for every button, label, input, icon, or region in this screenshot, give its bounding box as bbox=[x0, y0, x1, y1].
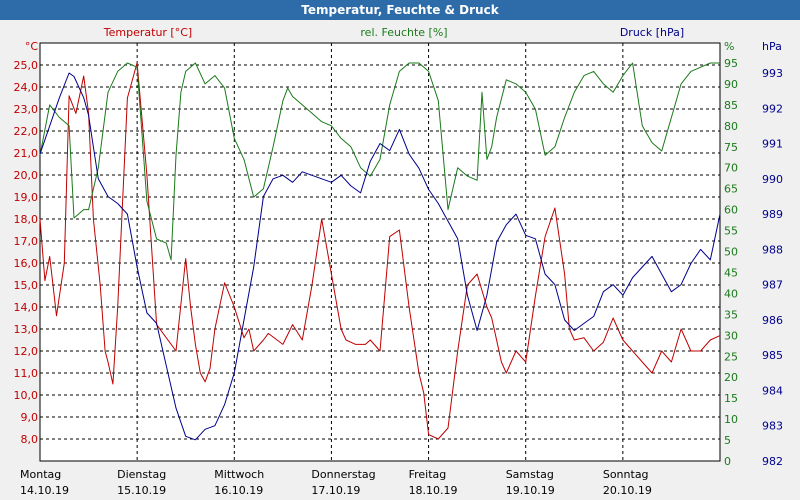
humidity-tick-label: 5 bbox=[724, 434, 731, 447]
pressure-tick-label: 982 bbox=[762, 455, 783, 468]
day-label: Dienstag bbox=[117, 468, 166, 481]
humidity-tick-label: 55 bbox=[724, 225, 738, 238]
date-label: 16.10.19 bbox=[214, 484, 263, 497]
humidity-ticks: 0 5 10 15 20 25 30 35 40 45 50 55 60 65 70 75 80 85 90 95 bbox=[724, 57, 738, 468]
pressure-ticks: 982 983 984 985 986 987 988 989 990 991 992 993 bbox=[762, 67, 783, 468]
temperature-ticks: 8,0 9,0 10,0 11,0 12,0 13,0 14,0 15,0 16,0 17,0 18… bbox=[14, 59, 39, 446]
temperature-tick-label: 21,0 bbox=[14, 147, 39, 160]
day-label: Donnerstag bbox=[311, 468, 375, 481]
temperature-tick-label: 17,0 bbox=[14, 235, 39, 248]
chart-area: Temperatur [°C] rel. Feuchte [%] Druck [… bbox=[14, 26, 784, 497]
day-label: Mittwoch bbox=[214, 468, 264, 481]
day-label: Montag bbox=[20, 468, 61, 481]
date-label: 17.10.19 bbox=[311, 484, 360, 497]
humidity-tick-label: 85 bbox=[724, 99, 738, 112]
day-label: Freitag bbox=[409, 468, 447, 481]
humidity-tick-label: 40 bbox=[724, 287, 738, 300]
day-label: Samstag bbox=[506, 468, 554, 481]
temperature-tick-label: 12,0 bbox=[14, 345, 39, 358]
humidity-tick-label: 70 bbox=[724, 162, 738, 175]
pressure-tick-label: 991 bbox=[762, 138, 783, 151]
temperature-tick-label: 19,0 bbox=[14, 191, 39, 204]
humidity-tick-label: 65 bbox=[724, 183, 738, 196]
humidity-tick-label: 35 bbox=[724, 308, 738, 321]
humidity-unit-label: % bbox=[724, 40, 734, 53]
humidity-tick-label: 15 bbox=[724, 392, 738, 405]
pressure-tick-label: 992 bbox=[762, 102, 783, 115]
humidity-tick-label: 90 bbox=[724, 78, 738, 91]
temperature-unit-label: °C bbox=[25, 40, 39, 53]
humidity-tick-label: 60 bbox=[724, 204, 738, 217]
pressure-tick-label: 984 bbox=[762, 384, 783, 397]
day-ticks: Montag 14.10.19 Dienstag 15.10.19 Mittwoch 16… bbox=[20, 468, 652, 497]
humidity-tick-label: 50 bbox=[724, 246, 738, 259]
pressure-tick-label: 990 bbox=[762, 173, 783, 186]
pressure-tick-label: 989 bbox=[762, 208, 783, 221]
temperature-tick-label: 11,0 bbox=[14, 367, 39, 380]
humidity-tick-label: 25 bbox=[724, 350, 738, 363]
temperature-tick-label: 8,0 bbox=[21, 433, 39, 446]
temperature-tick-label: 13,0 bbox=[14, 323, 39, 336]
temperature-tick-label: 23,0 bbox=[14, 103, 39, 116]
pressure-unit-label: hPa bbox=[762, 40, 782, 53]
pressure-tick-label: 993 bbox=[762, 67, 783, 80]
humidity-tick-label: 30 bbox=[724, 329, 738, 342]
window-title: Temperatur, Feuchte & Druck bbox=[0, 0, 800, 20]
temperature-tick-label: 25,0 bbox=[14, 59, 39, 72]
pressure-axis-title: Druck [hPa] bbox=[620, 26, 684, 39]
temperature-tick-label: 20,0 bbox=[14, 169, 39, 182]
pressure-tick-label: 988 bbox=[762, 243, 783, 256]
temperature-tick-label: 24,0 bbox=[14, 81, 39, 94]
pressure-tick-label: 983 bbox=[762, 420, 783, 433]
temperature-axis-title: Temperatur [°C] bbox=[103, 26, 192, 39]
pressure-tick-label: 987 bbox=[762, 279, 783, 292]
humidity-tick-label: 80 bbox=[724, 120, 738, 133]
humidity-tick-label: 95 bbox=[724, 57, 738, 70]
date-label: 14.10.19 bbox=[20, 484, 69, 497]
temperature-tick-label: 15,0 bbox=[14, 279, 39, 292]
temperature-tick-label: 16,0 bbox=[14, 257, 39, 270]
temperature-tick-label: 14,0 bbox=[14, 301, 39, 314]
humidity-tick-label: 20 bbox=[724, 371, 738, 384]
plot-background bbox=[40, 43, 720, 461]
date-label: 15.10.19 bbox=[117, 484, 166, 497]
temperature-tick-label: 22,0 bbox=[14, 125, 39, 138]
day-label: Sonntag bbox=[603, 468, 649, 481]
pressure-tick-label: 985 bbox=[762, 349, 783, 362]
humidity-axis-title: rel. Feuchte [%] bbox=[360, 26, 447, 39]
temperature-tick-label: 9,0 bbox=[21, 411, 39, 424]
humidity-tick-label: 45 bbox=[724, 266, 738, 279]
date-label: 20.10.19 bbox=[603, 484, 652, 497]
humidity-tick-label: 10 bbox=[724, 413, 738, 426]
pressure-tick-label: 986 bbox=[762, 314, 783, 327]
date-label: 19.10.19 bbox=[506, 484, 555, 497]
humidity-tick-label: 0 bbox=[724, 455, 731, 468]
temperature-tick-label: 10,0 bbox=[14, 389, 39, 402]
date-label: 18.10.19 bbox=[409, 484, 458, 497]
humidity-tick-label: 75 bbox=[724, 141, 738, 154]
temperature-tick-label: 18,0 bbox=[14, 213, 39, 226]
